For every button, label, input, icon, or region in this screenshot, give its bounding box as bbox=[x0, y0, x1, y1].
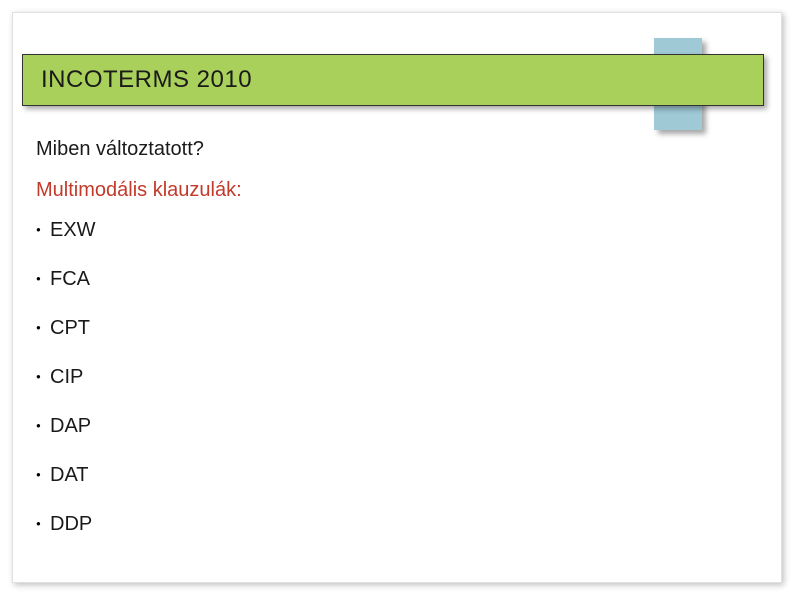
list-item: DAP bbox=[36, 414, 758, 438]
question-text: Miben változtatott? bbox=[36, 138, 758, 161]
bullet-list: EXW FCA CPT CIP DAP DAT DDP bbox=[36, 218, 758, 536]
slide-content: Miben változtatott? Multimodális klauzul… bbox=[36, 138, 758, 561]
list-item: CIP bbox=[36, 365, 758, 389]
subtitle-text: Multimodális klauzulák: bbox=[36, 179, 758, 202]
title-bar: INCOTERMS 2010 bbox=[22, 54, 764, 106]
list-item: DDP bbox=[36, 512, 758, 536]
slide: INCOTERMS 2010 Miben változtatott? Multi… bbox=[12, 12, 782, 583]
list-item: DAT bbox=[36, 463, 758, 487]
list-item: EXW bbox=[36, 218, 758, 242]
list-item: CPT bbox=[36, 316, 758, 340]
list-item: FCA bbox=[36, 267, 758, 291]
slide-title: INCOTERMS 2010 bbox=[41, 66, 252, 94]
